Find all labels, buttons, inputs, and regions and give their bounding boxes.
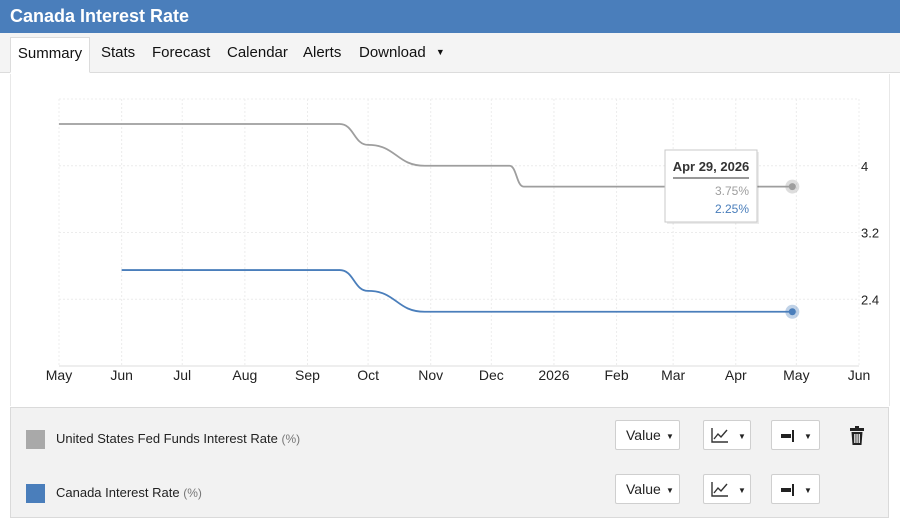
value-dropdown-label: Value	[626, 427, 661, 443]
tooltip-title: Apr 29, 2026	[673, 159, 750, 174]
chart-type-dropdown-canada[interactable]: ▼	[703, 474, 751, 504]
legend-row-canada: Canada Interest Rate (%) Value ▼ ▼ ▼	[11, 464, 888, 518]
x-tick-label: Mar	[661, 367, 685, 383]
tab-bar: Summary Stats Forecast Calendar Alerts D…	[0, 33, 900, 73]
line-chart-icon	[711, 428, 728, 443]
y-tick-label: 4	[861, 159, 868, 174]
value-dropdown-us[interactable]: Value ▼	[615, 420, 680, 450]
legend-series-name: Canada Interest Rate	[56, 485, 180, 500]
series-line-1	[121, 269, 793, 313]
legend-label-canada[interactable]: Canada Interest Rate (%)	[56, 485, 202, 500]
y-tick-label: 2.4	[861, 292, 879, 307]
caret-down-icon: ▼	[435, 47, 445, 57]
x-tick-label: May	[783, 367, 809, 383]
series-end-point-0	[788, 183, 796, 191]
chart-grid	[58, 98, 860, 367]
y-axis-labels: 2.4 3.2 4	[861, 159, 879, 308]
x-tick-label: Dec	[479, 367, 504, 383]
value-dropdown-canada[interactable]: Value ▼	[615, 474, 680, 504]
caret-down-icon: ▼	[666, 486, 674, 495]
axis-dropdown-us[interactable]: ▼	[771, 420, 820, 450]
x-tick-label: 2026	[538, 367, 569, 383]
tab-download-label: Download	[359, 44, 426, 61]
x-axis-labels: May Jun Jul Aug Sep Oct Nov Dec 2026 Feb Mar Apr May…	[46, 367, 871, 383]
caret-down-icon: ▼	[804, 432, 812, 441]
legend-row-us: United States Fed Funds Interest Rate (%…	[11, 410, 888, 464]
legend-swatch-canada	[26, 484, 45, 503]
legend-series-unit: (%)	[183, 486, 202, 500]
x-tick-label: Jun	[110, 367, 133, 383]
tab-alerts[interactable]: Alerts	[303, 37, 341, 73]
tab-download[interactable]: Download ▼	[359, 37, 445, 73]
x-tick-label: Apr	[725, 367, 747, 383]
legend-label-us[interactable]: United States Fed Funds Interest Rate (%…	[56, 431, 300, 446]
caret-down-icon: ▼	[738, 432, 746, 441]
legend-series-unit: (%)	[281, 432, 301, 446]
page-title: Canada Interest Rate	[0, 0, 900, 33]
tab-stats[interactable]: Stats	[101, 37, 135, 73]
axis-side-icon	[781, 484, 794, 496]
legend-swatch-us	[26, 430, 45, 449]
trash-icon[interactable]	[849, 426, 865, 446]
legend-series-name: United States Fed Funds Interest Rate	[56, 431, 278, 446]
line-chart-icon	[711, 482, 728, 497]
chart-panel: May Jun Jul Aug Sep Oct Nov Dec 2026 Feb Mar Apr May…	[10, 74, 890, 406]
tab-calendar[interactable]: Calendar	[227, 37, 288, 73]
y-tick-label: 3.2	[861, 226, 879, 241]
x-tick-label: Jul	[173, 367, 191, 383]
series-end-point-1	[788, 308, 796, 316]
caret-down-icon: ▼	[738, 486, 746, 495]
axis-dropdown-canada[interactable]: ▼	[771, 474, 820, 504]
x-tick-label: Sep	[295, 367, 320, 383]
tab-forecast[interactable]: Forecast	[152, 37, 210, 73]
x-tick-label: Feb	[605, 367, 629, 383]
x-tick-label: Nov	[418, 367, 443, 383]
x-tick-label: May	[46, 367, 72, 383]
axis-side-icon	[781, 430, 794, 442]
legend-panel: United States Fed Funds Interest Rate (%…	[10, 407, 889, 518]
tooltip-value: 3.75%	[715, 184, 749, 198]
value-dropdown-label: Value	[626, 481, 661, 497]
caret-down-icon: ▼	[666, 432, 674, 441]
chart-type-dropdown-us[interactable]: ▼	[703, 420, 751, 450]
x-tick-label: Jun	[848, 367, 871, 383]
x-tick-label: Aug	[232, 367, 257, 383]
caret-down-icon: ▼	[804, 486, 812, 495]
tab-summary[interactable]: Summary	[10, 37, 90, 73]
line-chart: May Jun Jul Aug Sep Oct Nov Dec 2026 Feb Mar Apr May…	[46, 98, 879, 383]
x-tick-label: Oct	[357, 367, 379, 383]
chart-tooltip: Apr 29, 2026 3.75% 2.25%	[664, 149, 759, 224]
tooltip-value: 2.25%	[715, 202, 749, 216]
